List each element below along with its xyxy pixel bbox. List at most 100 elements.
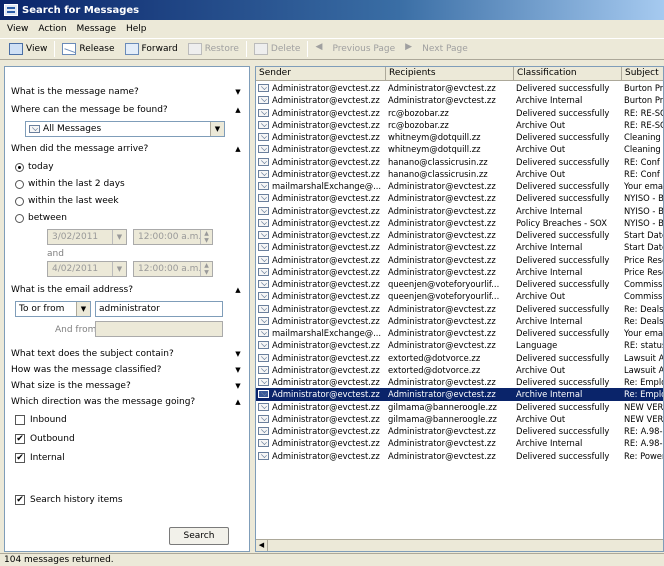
table-row[interactable]: Administrator@evctest.zz rc@bozobar.zz Arc… xyxy=(256,119,663,131)
table-row[interactable]: Administrator@evctest.zz whitneym@dotquil… xyxy=(256,143,663,155)
cell-text: Administrator@evctest.zz xyxy=(388,266,496,277)
classification-cell: Archive Internal xyxy=(514,266,622,278)
radio-circle xyxy=(15,196,24,206)
table-row[interactable]: Administrator@evctest.zz gilmama@banneroo… xyxy=(256,413,663,425)
spinner-icon[interactable]: ▲ ▼ xyxy=(200,262,212,276)
table-row[interactable]: Administrator@evctest.zz Administrator@ev… xyxy=(256,315,663,327)
section-subject[interactable]: What text does the subject contain? ▼ xyxy=(11,349,243,359)
previous-page-button[interactable]: Previous Page xyxy=(310,40,400,58)
envelope-icon xyxy=(258,280,269,289)
table-row[interactable]: Administrator@evctest.zz Administrator@ev… xyxy=(256,339,663,351)
table-row[interactable]: Administrator@evctest.zz hanano@classicru… xyxy=(256,168,663,180)
column-sender[interactable]: Sender xyxy=(256,67,386,80)
cell-text: Administrator@evctest.zz xyxy=(272,217,380,228)
restore-button[interactable]: Restore xyxy=(183,40,244,58)
date-from-field[interactable]: 3/02/2011 ▼ xyxy=(47,229,127,245)
table-row[interactable]: Administrator@evctest.zz queenjen@votefor… xyxy=(256,290,663,302)
table-row[interactable]: Administrator@evctest.zz extorted@dotvorc… xyxy=(256,352,663,364)
section-direction[interactable]: Which direction was the message going? ▲ xyxy=(11,397,243,407)
envelope-icon xyxy=(258,316,269,325)
radio-between[interactable]: between xyxy=(15,213,67,223)
section-arrival[interactable]: When did the message arrive? ▲ xyxy=(11,144,243,154)
radio-today[interactable]: today xyxy=(15,162,54,172)
table-row[interactable]: mailmarshalExchange@... Administrator@evc… xyxy=(256,327,663,339)
column-classification[interactable]: Classification xyxy=(514,67,622,80)
release-button[interactable]: Release xyxy=(57,40,119,58)
section-size[interactable]: What size is the message? ▼ xyxy=(11,381,243,391)
table-row[interactable]: Administrator@evctest.zz Administrator@ev… xyxy=(256,192,663,204)
table-row[interactable]: Administrator@evctest.zz Administrator@ev… xyxy=(256,303,663,315)
table-row[interactable]: Administrator@evctest.zz Administrator@ev… xyxy=(256,266,663,278)
scroll-left-icon[interactable]: ◀ xyxy=(256,540,268,551)
forward-label: Forward xyxy=(141,44,178,54)
table-row[interactable]: Administrator@evctest.zz hanano@classicru… xyxy=(256,156,663,168)
classification-cell: Delivered successfully xyxy=(514,303,622,315)
horizontal-scrollbar[interactable]: ◀ xyxy=(256,539,663,551)
classification-cell: Archive Out xyxy=(514,143,622,155)
sender-cell: Administrator@evctest.zz xyxy=(256,278,386,290)
table-row[interactable]: Administrator@evctest.zz Administrator@ev… xyxy=(256,376,663,388)
table-row[interactable]: Administrator@evctest.zz whitneym@dotquil… xyxy=(256,131,663,143)
sender-cell: Administrator@evctest.zz xyxy=(256,266,386,278)
time-from-field[interactable]: 12:00:00 a.m. ▲ ▼ xyxy=(133,229,213,245)
table-row[interactable]: Administrator@evctest.zz extorted@dotvorc… xyxy=(256,364,663,376)
subject-cell: NEW VERS xyxy=(622,401,663,413)
menu-action[interactable]: Action xyxy=(33,24,71,34)
table-row[interactable]: mailmarshalExchange@... Administrator@evc… xyxy=(256,180,663,192)
time-to-field[interactable]: 12:00:00 a.m. ▲ ▼ xyxy=(133,261,213,277)
email-address-input[interactable]: administrator xyxy=(95,301,223,317)
table-row[interactable]: Administrator@evctest.zz rc@bozobar.zz Del… xyxy=(256,107,663,119)
section-classification[interactable]: How was the message classified? ▼ xyxy=(11,365,243,375)
search-history-checkbox[interactable]: ✔ Search history items xyxy=(15,495,123,505)
table-row[interactable]: Administrator@evctest.zz Administrator@ev… xyxy=(256,254,663,266)
delete-label: Delete xyxy=(270,44,301,54)
search-button[interactable]: Search xyxy=(169,527,229,545)
menu-message[interactable]: Message xyxy=(72,24,121,34)
email-mode-value: To or from xyxy=(19,304,65,314)
cell-text: Administrator@evctest.zz xyxy=(272,389,380,400)
inbound-checkbox[interactable]: Inbound xyxy=(15,415,67,425)
envelope-icon xyxy=(258,96,269,105)
table-row[interactable]: Administrator@evctest.zz Administrator@ev… xyxy=(256,205,663,217)
section-message-name[interactable]: What is the message name? ▼ xyxy=(11,87,243,97)
cell-text: Delivered successfully xyxy=(516,279,610,289)
table-row[interactable]: Administrator@evctest.zz Administrator@ev… xyxy=(256,388,663,401)
menu-view[interactable]: View xyxy=(2,24,33,34)
and-from-input[interactable] xyxy=(95,321,223,337)
table-row[interactable]: Administrator@evctest.zz Administrator@ev… xyxy=(256,437,663,449)
sender-cell: Administrator@evctest.zz xyxy=(256,303,386,315)
delete-button[interactable]: Delete xyxy=(249,40,306,58)
table-row[interactable]: Administrator@evctest.zz Administrator@ev… xyxy=(256,450,663,462)
calendar-dropdown-icon[interactable]: ▼ xyxy=(112,230,126,244)
date-to-field[interactable]: 4/02/2011 ▼ xyxy=(47,261,127,277)
view-label: View xyxy=(26,44,48,54)
chevron-down-icon[interactable]: ▼ xyxy=(210,122,224,136)
spinner-icon[interactable]: ▲ ▼ xyxy=(200,230,212,244)
location-dropdown[interactable]: All Messages ▼ xyxy=(25,121,225,137)
view-button[interactable]: View xyxy=(4,40,52,58)
chevron-down-icon[interactable]: ▼ xyxy=(76,302,90,316)
cell-text: Administrator@evctest.zz xyxy=(272,413,380,424)
table-row[interactable]: Administrator@evctest.zz gilmama@banneroo… xyxy=(256,401,663,413)
internal-checkbox[interactable]: ✔ Internal xyxy=(15,453,65,463)
column-recipients[interactable]: Recipients xyxy=(386,67,514,80)
next-page-button[interactable]: Next Page xyxy=(400,40,473,58)
table-row[interactable]: Administrator@evctest.zz Administrator@ev… xyxy=(256,82,663,94)
table-row[interactable]: Administrator@evctest.zz queenjen@votefor… xyxy=(256,278,663,290)
table-row[interactable]: Administrator@evctest.zz Administrator@ev… xyxy=(256,217,663,229)
email-mode-dropdown[interactable]: To or from ▼ xyxy=(15,301,91,317)
section-location[interactable]: Where can the message be found? ▲ xyxy=(11,105,243,115)
radio-last-2-days[interactable]: within the last 2 days xyxy=(15,179,125,189)
outbound-checkbox[interactable]: ✔ Outbound xyxy=(15,434,75,444)
table-row[interactable]: Administrator@evctest.zz Administrator@ev… xyxy=(256,229,663,241)
radio-last-week[interactable]: within the last week xyxy=(15,196,119,206)
section-email-address[interactable]: What is the email address? ▲ xyxy=(11,285,243,295)
column-subject[interactable]: Subject xyxy=(622,67,663,80)
calendar-dropdown-icon[interactable]: ▼ xyxy=(112,262,126,276)
table-row[interactable]: Administrator@evctest.zz Administrator@ev… xyxy=(256,241,663,253)
table-row[interactable]: Administrator@evctest.zz Administrator@ev… xyxy=(256,425,663,437)
table-row[interactable]: Administrator@evctest.zz Administrator@ev… xyxy=(256,94,663,106)
forward-button[interactable]: Forward xyxy=(120,40,183,58)
checkbox-label: Search history items xyxy=(30,495,123,505)
menu-help[interactable]: Help xyxy=(121,24,152,34)
